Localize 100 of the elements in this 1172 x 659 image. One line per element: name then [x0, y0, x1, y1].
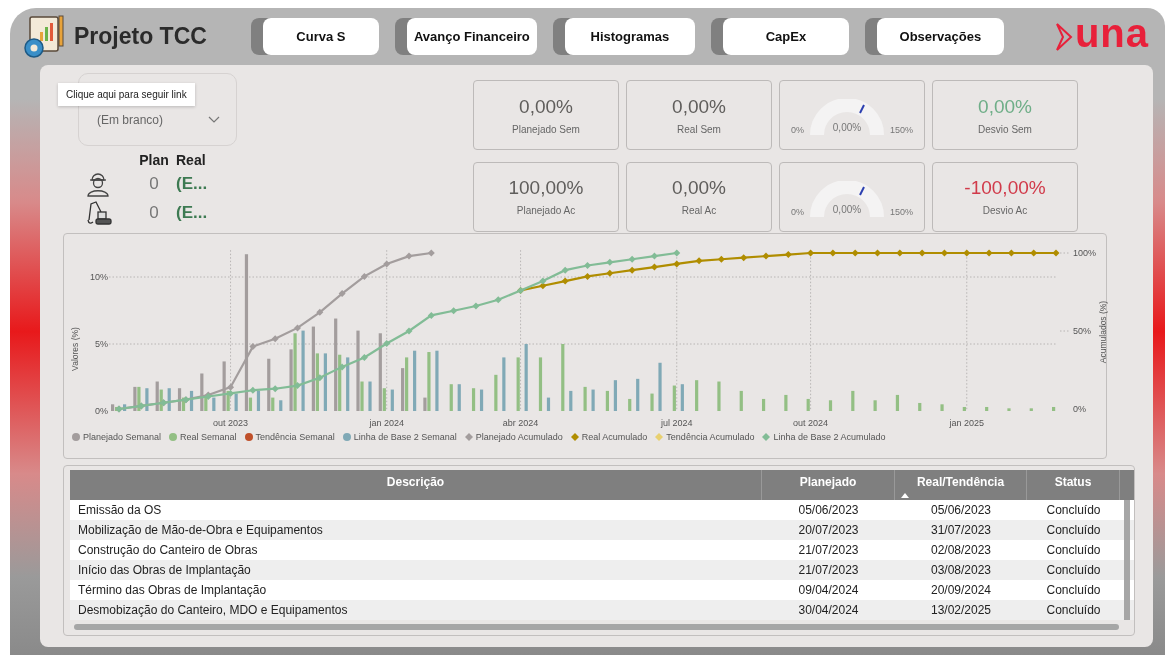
chart-bar [628, 398, 632, 411]
point [539, 277, 547, 285]
column-header: Real [176, 152, 206, 168]
point [405, 252, 413, 260]
column-header[interactable]: Status [1027, 470, 1120, 500]
table-cell: Concluído [1027, 520, 1120, 540]
chart-bar [479, 389, 484, 411]
table-cell: 21/07/2023 [762, 560, 895, 580]
y-tick-label: 5% [95, 339, 108, 349]
point [427, 311, 435, 319]
chart-bar [828, 400, 833, 411]
table-cell: Mobilização de Mão-de-Obra e Equipamentos [70, 520, 762, 540]
point [1052, 249, 1060, 257]
point [606, 258, 614, 266]
point [249, 343, 257, 351]
point [918, 249, 926, 257]
scrollbar-corner [1120, 470, 1134, 500]
chart-bar [695, 380, 699, 411]
table-cell: Concluído [1027, 580, 1120, 600]
real-value: (E... [176, 203, 209, 223]
chart-bar [613, 380, 617, 411]
x-tick-label: jan 2025 [949, 418, 985, 428]
point [963, 249, 971, 257]
chart-bar [985, 407, 989, 411]
y-tick-label: 100% [1073, 248, 1097, 258]
chart-bar [717, 381, 721, 411]
point [896, 249, 904, 257]
chart-bar [672, 385, 676, 411]
table-cell: Concluído [1027, 540, 1120, 560]
dropdown-field[interactable]: (Em branco) [89, 108, 226, 132]
table-cell: 09/04/2024 [762, 580, 895, 600]
y-tick-label: 10% [90, 272, 108, 282]
table-cell: 02/08/2023 [895, 540, 1027, 560]
legend-item: Planejado Acumulado [464, 432, 563, 442]
chart-bar [591, 389, 595, 411]
y-tick-label: 0% [95, 406, 108, 416]
point [271, 335, 279, 343]
real-value: (E... [176, 174, 209, 194]
chart-bar [1052, 407, 1056, 411]
table-cell: Concluído [1027, 600, 1120, 620]
table-cell: 05/06/2023 [762, 500, 895, 520]
point [717, 255, 725, 263]
point [383, 339, 391, 347]
chart-bar [256, 390, 261, 411]
chart-bar [524, 344, 528, 411]
scrollbar[interactable] [1124, 500, 1130, 520]
point [584, 272, 591, 280]
circle-marker-icon [342, 433, 351, 441]
point [227, 389, 235, 397]
chart-bar [605, 390, 609, 411]
worker-icon [86, 171, 110, 197]
scrollbar[interactable] [1124, 600, 1130, 620]
point [472, 302, 480, 310]
chart-bar [457, 384, 461, 411]
point [338, 290, 346, 298]
point [829, 249, 837, 257]
table-cell: 20/07/2023 [762, 520, 895, 540]
point [360, 354, 368, 362]
table-cell: Concluído [1027, 560, 1120, 580]
gauge-max: 150% [890, 125, 913, 135]
chart-bar [873, 400, 877, 411]
chart-bar [413, 350, 417, 411]
chart-bar [1029, 408, 1033, 411]
legend-item: Tendência Acumulado [655, 432, 755, 442]
kpi-value: -100,00% [964, 177, 1046, 199]
kpi-value: 0,00% [672, 95, 726, 118]
table-cell: 03/08/2023 [895, 560, 1027, 580]
point [316, 308, 324, 316]
chart-bar [538, 357, 543, 411]
table-cell: Concluído [1027, 500, 1120, 520]
point [561, 266, 569, 274]
legend-item: Linha de Base 2 Acumulado [762, 432, 886, 442]
column-header[interactable]: Planejado [762, 470, 895, 500]
axis-title: Valores (%) [70, 327, 80, 371]
brand-logo: una [1074, 12, 1149, 53]
point [762, 252, 770, 260]
chevron-down-icon [208, 116, 220, 124]
chart-bar [650, 393, 654, 411]
chart-bar [494, 374, 498, 411]
scrollbar[interactable] [74, 624, 1119, 630]
kpi-value: 0,00% [672, 177, 726, 199]
table-cell: Término das Obras de Implantação [70, 580, 762, 600]
x-tick-label: out 2023 [213, 418, 249, 428]
chart-bar [212, 397, 216, 411]
plan-value: 0 [149, 174, 159, 194]
axis-title: Acumulados (%) [1098, 300, 1108, 364]
table-cell: 30/04/2024 [762, 600, 895, 620]
point [227, 383, 235, 391]
chart-bar [167, 388, 171, 411]
diamond-marker-icon [464, 433, 473, 441]
chart-bar [784, 394, 788, 411]
legend-item: Real Semanal [169, 432, 237, 442]
column-header[interactable]: Real/Tendência [895, 470, 1027, 500]
column-header[interactable]: Descrição [70, 470, 762, 500]
point [784, 251, 792, 259]
x-tick-label: abr 2024 [502, 418, 539, 428]
kpi-label: Desvio Sem [978, 123, 1032, 135]
point [316, 374, 324, 382]
table-cell: 20/09/2024 [895, 580, 1027, 600]
kpi-label: Desvio Ac [982, 205, 1028, 216]
